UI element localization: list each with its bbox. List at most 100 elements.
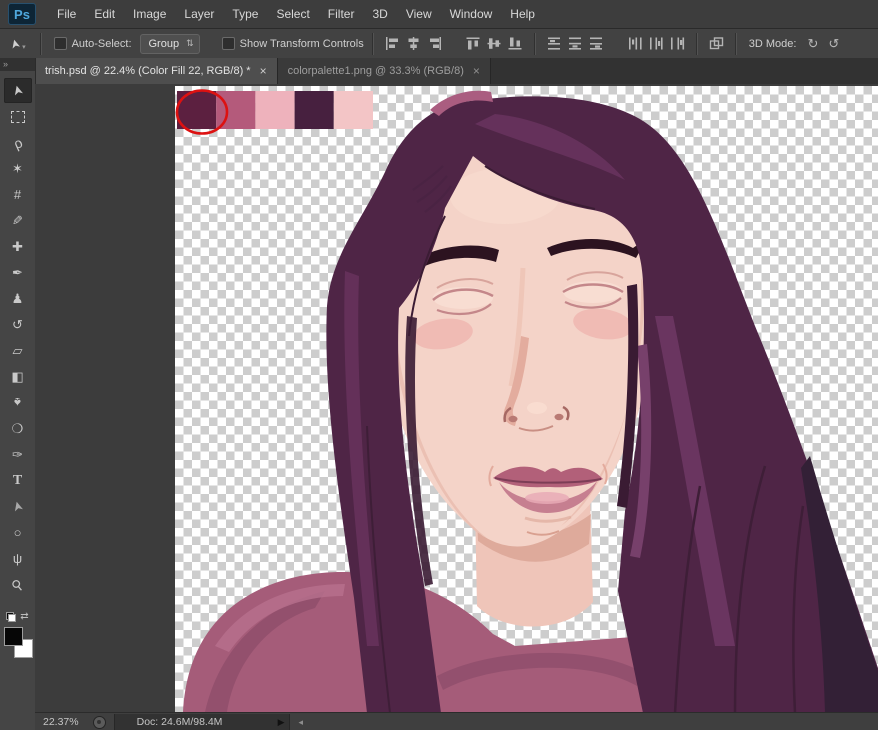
switch-colors-icon[interactable]: ⇄ (20, 611, 28, 622)
distribute-left-edges-button[interactable] (626, 35, 645, 52)
tools-panel: » ➤ ρ ✶ # ✎ ✚ ✒ ♟ ↺ ▱ ◧ ♠ ❍ ✑ T ➤ ○ ψ ⚲ … (0, 58, 36, 730)
photoshop-logo: Ps (8, 3, 36, 25)
3d-roll-icon[interactable]: ↺ (828, 36, 839, 52)
type-icon: T (13, 474, 22, 488)
auto-select-label: Auto-Select: (72, 38, 132, 50)
gradient-icon: ◧ (11, 370, 23, 383)
divider (735, 33, 737, 55)
tool-rectangular-marquee[interactable] (4, 104, 32, 129)
clone-stamp-icon: ♟ (12, 292, 24, 305)
tool-lasso[interactable]: ρ (4, 130, 32, 155)
zoom-icon: ⚲ (9, 576, 26, 593)
divider (40, 33, 42, 55)
eraser-icon: ▱ (13, 344, 23, 357)
tab-colorpalette1-png[interactable]: colorpalette1.png @ 33.3% (RGB/8) × (278, 58, 491, 84)
auto-select-mode-dropdown[interactable]: Group ⇅ (140, 34, 200, 54)
options-bar: ➤ ▾ Auto-Select: Group ⇅ Show Transform … (0, 29, 878, 59)
menu-file[interactable]: File (48, 7, 85, 21)
tool-hand[interactable]: ψ (4, 546, 32, 571)
tool-history-brush[interactable]: ↺ (4, 312, 32, 337)
tool-path-selection[interactable]: ➤ (4, 494, 32, 519)
align-vertical-centers-button[interactable] (485, 35, 504, 52)
menu-type[interactable]: Type (223, 7, 267, 21)
tool-clone-stamp[interactable]: ♟ (4, 286, 32, 311)
menu-layer[interactable]: Layer (175, 7, 223, 21)
3d-orbit-icon[interactable]: ↻ (807, 36, 818, 52)
panel-collapse-handle[interactable]: » (0, 58, 35, 71)
ellipse-icon: ○ (14, 526, 22, 539)
tool-crop[interactable]: # (4, 182, 32, 207)
tool-gradient[interactable]: ◧ (4, 364, 32, 389)
menu-3d[interactable]: 3D (363, 7, 396, 21)
photoshop-window: { "app": { "logo": "Ps" }, "menubar": { … (0, 0, 878, 730)
hand-icon: ψ (13, 552, 22, 565)
show-transform-label: Show Transform Controls (240, 38, 364, 50)
align-bottom-edges-button[interactable] (506, 35, 525, 52)
align-top-edges-button[interactable] (464, 35, 483, 52)
magic-wand-icon: ✶ (12, 162, 23, 175)
document-canvas[interactable] (175, 86, 878, 712)
distribute-top-edges-button[interactable] (545, 35, 564, 52)
pasted-color-palette (177, 91, 373, 134)
tool-blur[interactable]: ♠ (4, 390, 32, 415)
menu-filter[interactable]: Filter (319, 7, 364, 21)
scroll-left-icon[interactable]: ◂ (299, 717, 304, 728)
sync-status-icon (93, 716, 106, 729)
divider (372, 33, 374, 55)
history-brush-icon: ↺ (12, 318, 23, 331)
menu-window[interactable]: Window (441, 7, 502, 21)
tool-eyedropper[interactable]: ✎ (4, 208, 32, 233)
palette-swatch-4 (334, 91, 373, 129)
3d-mode-label: 3D Mode: (749, 38, 797, 50)
healing-brush-icon: ✚ (12, 240, 23, 253)
tool-zoom[interactable]: ⚲ (4, 572, 32, 597)
align-right-edges-button[interactable] (425, 35, 444, 52)
distribute-bottom-edges-button[interactable] (587, 35, 606, 52)
path-selection-icon: ➤ (10, 500, 25, 514)
crop-icon: # (14, 188, 21, 201)
menu-edit[interactable]: Edit (85, 7, 124, 21)
distribute-horizontal-centers-button[interactable] (647, 35, 666, 52)
menu-help[interactable]: Help (501, 7, 544, 21)
menu-image[interactable]: Image (124, 7, 175, 21)
tool-pen[interactable]: ✑ (4, 442, 32, 467)
distribute-right-edges-button[interactable] (668, 35, 687, 52)
zoom-level-field[interactable]: 22.37% (43, 716, 79, 728)
document-info: Doc: 24.6M/98.4M (114, 714, 290, 730)
tool-preset-picker[interactable]: ➤ ▾ (10, 37, 26, 51)
brush-icon: ✒ (12, 266, 23, 279)
tool-brush[interactable]: ✒ (4, 260, 32, 285)
tool-move[interactable]: ➤ (4, 78, 32, 103)
distribute-vertical-centers-button[interactable] (566, 35, 585, 52)
move-tool-icon: ➤ (7, 37, 23, 50)
eyedropper-icon: ✎ (12, 214, 23, 227)
divider (696, 33, 698, 55)
divider (534, 33, 536, 55)
align-horizontal-centers-button[interactable] (404, 35, 423, 52)
tab-close-icon[interactable]: × (473, 64, 480, 78)
menu-view[interactable]: View (397, 7, 441, 21)
tab-close-icon[interactable]: × (260, 64, 267, 78)
document-sizes-text: Doc: 24.6M/98.4M (137, 716, 223, 728)
auto-align-layers-button[interactable] (707, 35, 726, 52)
auto-select-checkbox[interactable] (54, 37, 67, 50)
align-left-edges-button[interactable] (383, 35, 402, 52)
palette-swatch-3 (295, 91, 334, 129)
marquee-icon (11, 111, 25, 123)
show-transform-checkbox[interactable] (222, 37, 235, 50)
color-swatches (3, 626, 33, 660)
status-flyout-icon[interactable]: ▶ (278, 717, 285, 728)
tab-trish-psd[interactable]: trish.psd @ 22.4% (Color Fill 22, RGB/8)… (35, 58, 278, 84)
tool-magic-wand[interactable]: ✶ (4, 156, 32, 181)
menu-select[interactable]: Select (267, 7, 318, 21)
tool-eraser[interactable]: ▱ (4, 338, 32, 363)
tool-spot-healing-brush[interactable]: ✚ (4, 234, 32, 259)
auto-select-mode-value: Group (149, 38, 180, 50)
water-drop-icon: ♠ (14, 396, 21, 409)
foreground-color-swatch[interactable] (4, 627, 23, 646)
tool-ellipse[interactable]: ○ (4, 520, 32, 545)
tool-type[interactable]: T (4, 468, 32, 493)
spinner-icon: ⇅ (186, 38, 194, 49)
tool-dodge[interactable]: ❍ (4, 416, 32, 441)
default-colors-button[interactable] (6, 612, 16, 622)
